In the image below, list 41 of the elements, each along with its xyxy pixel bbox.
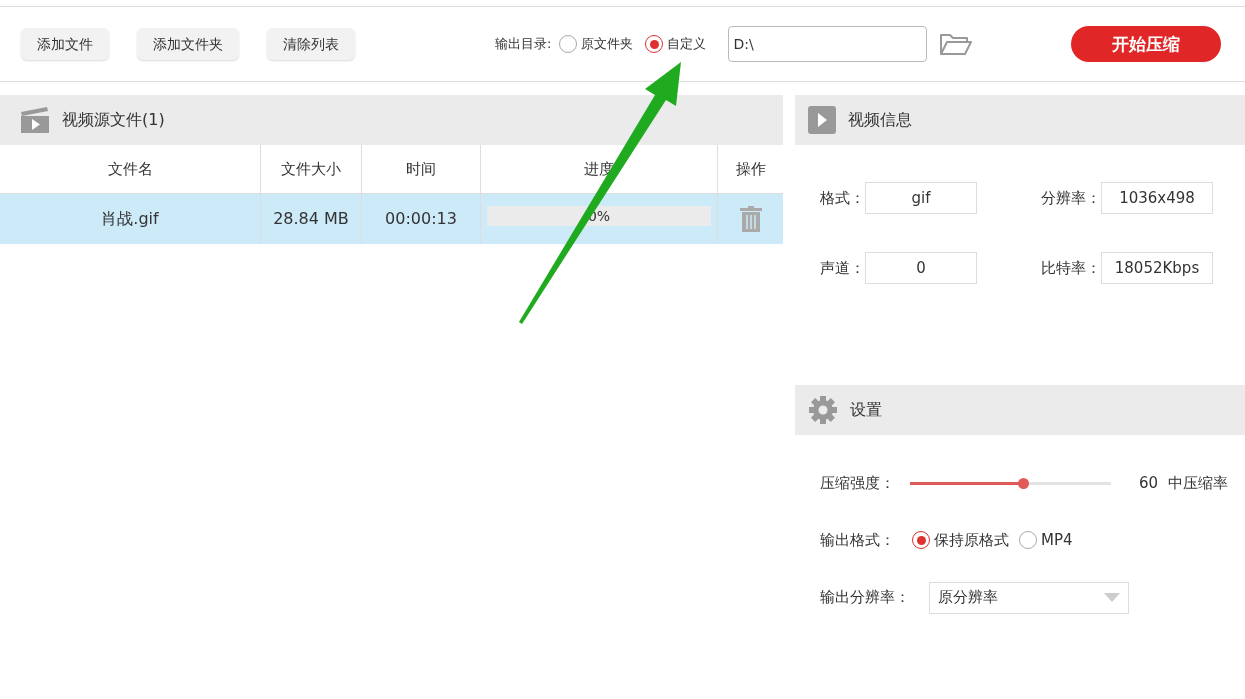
start-button[interactable]: 开始压缩 xyxy=(1071,26,1221,62)
column-header: 文件大小 xyxy=(261,145,362,193)
setting-label: 输出格式： xyxy=(820,530,896,551)
field-label: 分辨率： xyxy=(1041,187,1101,209)
output-option[interactable]: 自定义 xyxy=(645,34,707,54)
panel-title: 视频源文件(1) xyxy=(62,109,165,131)
strength-description: 中压缩率 xyxy=(1168,472,1229,494)
toolbar-button[interactable]: 清除列表 xyxy=(267,28,355,60)
field-label: 格式： xyxy=(820,187,865,209)
toolbar-button[interactable]: 添加文件 xyxy=(21,28,109,60)
format-option[interactable]: MP4 xyxy=(1019,529,1073,552)
setting-label: 输出分辨率： xyxy=(820,587,911,609)
field-label: 比特率： xyxy=(1041,257,1101,279)
setting-label: 压缩强度： xyxy=(820,472,896,494)
info-field: 0 xyxy=(865,252,977,284)
trash-icon[interactable] xyxy=(739,206,762,232)
resolution-dropdown[interactable]: 原分辨率 xyxy=(929,581,1129,614)
slider-thumb[interactable] xyxy=(1017,477,1029,489)
table-cell: 28.84 MB xyxy=(261,194,362,244)
dropdown-arrow-icon xyxy=(1104,593,1120,602)
toolbar-button[interactable]: 添加文件夹 xyxy=(137,28,239,60)
path-field[interactable]: D:\ xyxy=(728,26,928,62)
table-cell: 肖战.gif xyxy=(0,194,261,244)
panel-title: 设置 xyxy=(850,399,882,421)
format-option[interactable]: 保持原格式 xyxy=(912,529,1009,552)
video-clip-icon xyxy=(20,106,50,134)
folder-icon[interactable] xyxy=(939,32,974,56)
settings-icon xyxy=(808,395,838,425)
panel-title: 视频信息 xyxy=(848,109,912,131)
field-label: 声道： xyxy=(820,257,865,279)
info-field: 1036x498 xyxy=(1101,182,1213,214)
output-dir-label: 输出目录: xyxy=(495,34,552,53)
play-icon xyxy=(808,106,836,134)
table-cell: 00:00:13 xyxy=(362,194,481,244)
strength-value: 60 xyxy=(1139,472,1159,494)
column-header: 操作 xyxy=(734,158,767,180)
output-option[interactable]: 原文件夹 xyxy=(559,34,634,54)
column-header: 文件名 xyxy=(0,145,261,193)
column-header: 时间 xyxy=(362,145,481,193)
info-field: 18052Kbps xyxy=(1101,252,1213,284)
info-field: gif xyxy=(865,182,977,214)
